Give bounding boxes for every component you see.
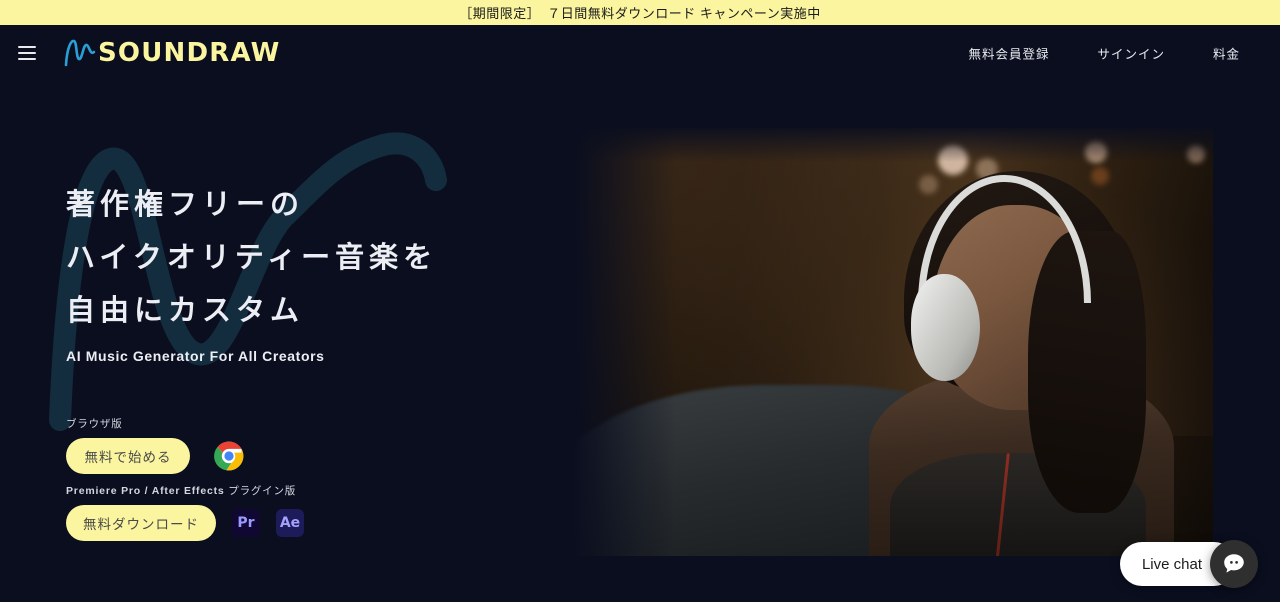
- nav-item-signup[interactable]: 無料会員登録: [968, 43, 1049, 62]
- hamburger-line: [18, 51, 36, 54]
- cta-plugin-label-jp: プラグイン版: [228, 485, 297, 497]
- photo-left-fade: [573, 128, 676, 556]
- premiere-pro-icon[interactable]: Pr: [232, 509, 260, 537]
- free-download-button[interactable]: 無料ダウンロード: [66, 505, 216, 541]
- hamburger-line: [18, 45, 36, 48]
- promo-banner[interactable]: ［期間限定］ ７日間無料ダウンロード キャンペーン実施中: [0, 0, 1280, 25]
- photo-subject: [842, 137, 1188, 556]
- live-chat-button[interactable]: [1210, 540, 1258, 588]
- hamburger-line: [18, 57, 36, 60]
- nav-item-signin[interactable]: サインイン: [1097, 43, 1165, 62]
- chrome-icon[interactable]: [214, 441, 244, 471]
- start-free-button[interactable]: 無料で始める: [66, 438, 190, 474]
- main-nav: 無料会員登録 サインイン 料金: [920, 43, 1240, 62]
- hero-title-line-1: 著作権フリーの: [66, 187, 305, 221]
- hero-title-line-2: ハイクオリティー音楽を: [66, 239, 438, 274]
- hamburger-menu-icon[interactable]: [18, 45, 36, 60]
- hero-subtitle: AI Music Generator For All Creators: [66, 348, 325, 365]
- cta-plugin-row: 無料ダウンロード Pr Ae: [66, 505, 304, 541]
- wave-logo-icon: [64, 39, 96, 66]
- soundraw-landing-page: ［期間限定］ ７日間無料ダウンロード キャンペーン実施中 SOUNDRAW 無料…: [0, 0, 1280, 602]
- live-chat-widget[interactable]: Live chat: [1119, 540, 1258, 588]
- after-effects-icon[interactable]: Ae: [276, 509, 304, 537]
- hero-section: 著作権フリーの ハイクオリティー音楽を 自由にカスタム AI Music Gen…: [0, 80, 1280, 602]
- site-logo[interactable]: SOUNDRAW: [63, 38, 281, 68]
- chat-bubble-icon: [1224, 554, 1244, 573]
- cta-plugin-label: Premiere Pro / After Effects プラグイン版: [66, 483, 304, 498]
- photo-top-fade: [573, 128, 1213, 163]
- hero-copy: 著作権フリーの ハイクオリティー音楽を 自由にカスタム AI Music Gen…: [66, 178, 437, 364]
- cta-plugin-block: Premiere Pro / After Effects プラグイン版 無料ダウ…: [66, 483, 304, 541]
- cta-browser-label: ブラウザ版: [66, 418, 123, 430]
- cta-plugin-label-en: Premiere Pro / After Effects: [66, 485, 225, 497]
- hero-photo: [573, 128, 1213, 556]
- promo-banner-text: ［期間限定］ ７日間無料ダウンロード キャンペーン実施中: [459, 6, 821, 21]
- cta-browser-row: 無料で始める: [66, 438, 244, 474]
- site-header: SOUNDRAW 無料会員登録 サインイン 料金: [0, 25, 1280, 80]
- logo-text: SOUNDRAW: [98, 37, 281, 68]
- cta-browser-block: ブラウザ版 無料で始める: [66, 416, 244, 474]
- hero-title-line-3: 自由にカスタム: [66, 292, 305, 327]
- headphones-earcup: [910, 273, 981, 381]
- nav-item-pricing[interactable]: 料金: [1213, 43, 1240, 62]
